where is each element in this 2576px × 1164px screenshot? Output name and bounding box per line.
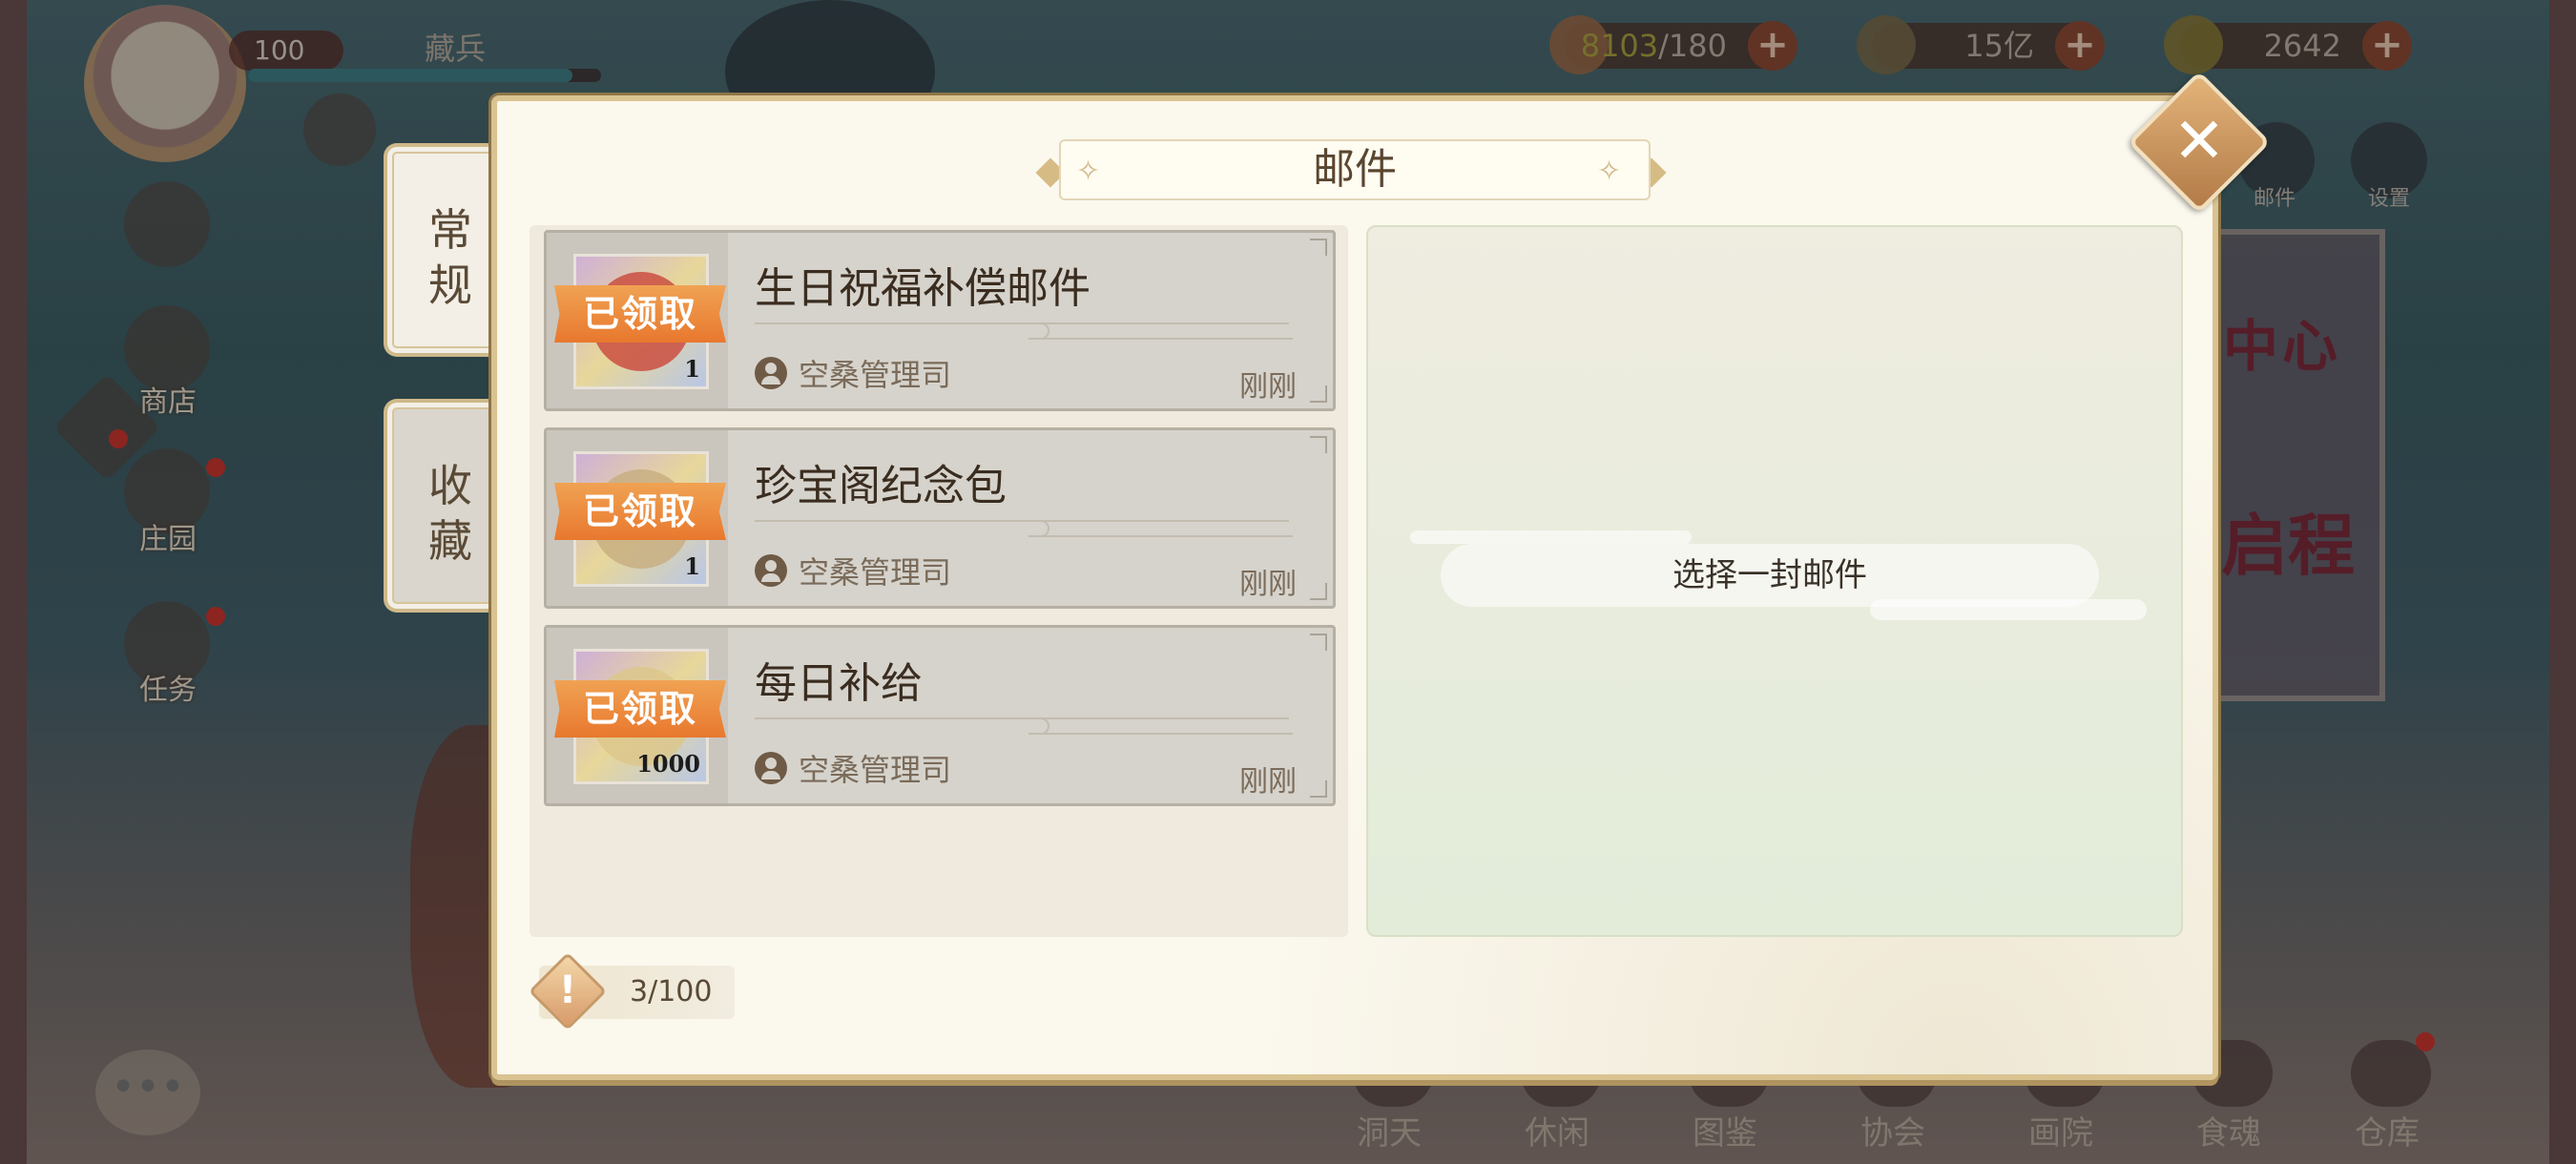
mail-sender: 空桑管理司 (799, 752, 952, 788)
attachment-count: 1000 (636, 750, 700, 778)
mail-item[interactable]: 1000 已领取 每日补给 空桑管理司 刚刚 (544, 625, 1336, 806)
select-mail-hint: 选择一封邮件 (1441, 544, 2099, 607)
dialog-title: 邮件 (1313, 145, 1397, 194)
user-icon (755, 357, 787, 389)
tab-favorites-label: 收藏 (428, 460, 472, 567)
mail-sender: 空桑管理司 (799, 554, 952, 591)
dialog-title-plate: 邮件 (1059, 139, 1651, 200)
sparkle-icon: ✧ (1597, 155, 1622, 188)
mail-item[interactable]: 1 已领取 生日祝福补偿邮件 空桑管理司 刚刚 (544, 230, 1336, 411)
mail-time: 刚刚 (1239, 765, 1297, 799)
mail-time: 刚刚 (1239, 370, 1297, 404)
tab-general[interactable]: 常规 (384, 143, 498, 357)
mail-sender: 空桑管理司 (799, 357, 952, 393)
mail-title: 生日祝福补偿邮件 (755, 264, 1091, 313)
mail-title: 珍宝阁纪念包 (755, 462, 1007, 510)
tab-general-label: 常规 (428, 204, 472, 311)
attachment-count: 1 (684, 355, 700, 383)
mail-count: 3/100 (630, 975, 713, 1008)
claimed-stamp: 已领取 (554, 483, 726, 540)
claimed-stamp: 已领取 (554, 285, 726, 343)
user-icon (755, 752, 787, 784)
sparkle-icon: ✧ (1076, 155, 1101, 188)
attachment-count: 1 (684, 552, 700, 580)
claimed-stamp: 已领取 (554, 680, 726, 738)
mail-time: 刚刚 (1239, 568, 1297, 601)
mail-item[interactable]: 1 已领取 珍宝阁纪念包 空桑管理司 刚刚 (544, 427, 1336, 609)
user-icon (755, 554, 787, 587)
close-icon[interactable]: ✕ (2152, 95, 2246, 189)
mail-title: 每日补给 (755, 659, 923, 708)
tab-favorites[interactable]: 收藏 (384, 399, 498, 613)
